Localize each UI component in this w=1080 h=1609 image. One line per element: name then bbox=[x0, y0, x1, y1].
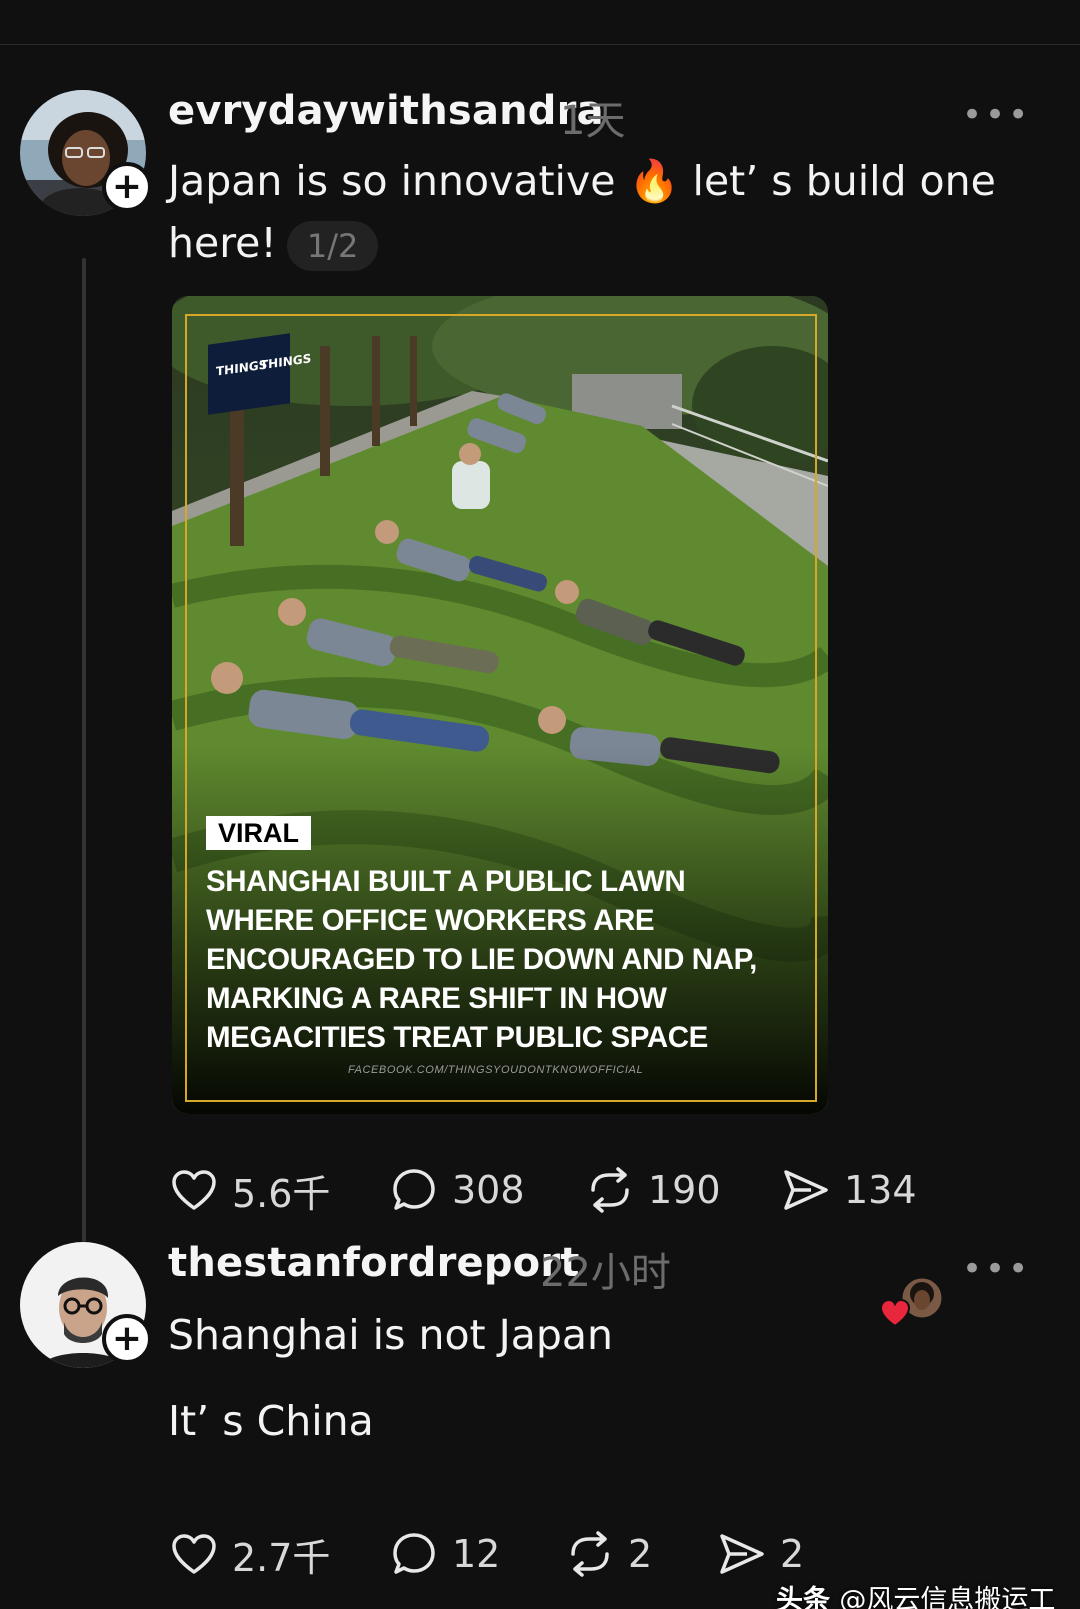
like-count: 2.7千 bbox=[232, 1535, 331, 1580]
comment-icon bbox=[388, 1164, 440, 1216]
heart-icon bbox=[168, 1164, 220, 1216]
headline-line: MARKING A RARE SHIFT IN HOW bbox=[206, 982, 667, 1015]
headline-line: MEGACITIES TREAT PUBLIC SPACE bbox=[206, 1021, 708, 1054]
comment-icon bbox=[388, 1528, 440, 1580]
reply-repost-button[interactable]: 2 bbox=[564, 1524, 652, 1584]
reply-comment-button[interactable]: 12 bbox=[388, 1524, 500, 1584]
watermark-handle: @风云信息搬运工 bbox=[839, 1585, 1056, 1609]
brand-sign-logo: THINGS THINGS bbox=[208, 333, 311, 415]
author-liked-indicator bbox=[879, 1275, 948, 1328]
image-headline: SHANGHAI BUILT A PUBLIC LAWN WHERE OFFIC… bbox=[206, 862, 806, 1057]
share-count: 2 bbox=[780, 1532, 805, 1576]
post-image[interactable]: THINGS THINGS VIRAL SHANGHAI BUILT A PUB… bbox=[172, 296, 828, 1114]
follow-plus-icon[interactable]: + bbox=[102, 1314, 152, 1364]
post-share-button[interactable]: 134 bbox=[780, 1160, 917, 1220]
share-icon bbox=[716, 1528, 768, 1580]
headline-line: WHERE OFFICE WORKERS ARE bbox=[206, 904, 655, 937]
repost-icon bbox=[564, 1528, 616, 1580]
reply-more-icon[interactable]: ••• bbox=[962, 1252, 1031, 1286]
comment-count: 308 bbox=[452, 1168, 525, 1212]
post-avatar[interactable]: + bbox=[20, 90, 152, 216]
post-text-line-2: here! 1/2 bbox=[168, 212, 379, 274]
comment-count: 12 bbox=[452, 1532, 501, 1576]
post-like-button[interactable]: 5.6千 bbox=[168, 1160, 330, 1220]
like-count: 5.6千 bbox=[232, 1171, 331, 1216]
thread-connector-line bbox=[82, 258, 86, 1242]
image-counter-badge: 1/2 bbox=[286, 221, 379, 271]
share-icon bbox=[780, 1164, 832, 1216]
post-more-icon[interactable]: ••• bbox=[962, 98, 1031, 132]
watermark-brand: 头条 bbox=[776, 1585, 830, 1609]
post-repost-button[interactable]: 190 bbox=[584, 1160, 721, 1220]
heart-icon bbox=[168, 1528, 220, 1580]
headline-line: ENCOURAGED TO LIE DOWN AND NAP, bbox=[206, 943, 757, 976]
repost-icon bbox=[584, 1164, 636, 1216]
post-text-line-2-text: here! bbox=[168, 219, 277, 267]
share-count: 134 bbox=[844, 1168, 917, 1212]
image-source-url: FACEBOOK.COM/THINGSYOUDONTKNOWOFFICIAL bbox=[348, 1064, 644, 1076]
headline-line: SHANGHAI BUILT A PUBLIC LAWN bbox=[206, 865, 686, 898]
reply-username[interactable]: thestanfordreport bbox=[168, 1240, 580, 1286]
reply-text-line-2: It’ s China bbox=[168, 1397, 374, 1445]
reply-like-button[interactable]: 2.7千 bbox=[168, 1524, 330, 1584]
top-divider bbox=[0, 44, 1080, 45]
post-username[interactable]: evrydaywithsandra bbox=[168, 88, 604, 134]
reply-avatar[interactable]: + bbox=[20, 1242, 152, 1368]
reply-text-line-1: Shanghai is not Japan bbox=[168, 1311, 613, 1359]
reply-share-button[interactable]: 2 bbox=[716, 1524, 804, 1584]
reply-timestamp: 22小时 bbox=[540, 1250, 671, 1296]
post-comment-button[interactable]: 308 bbox=[388, 1160, 525, 1220]
post-timestamp: 1天 bbox=[560, 98, 626, 144]
repost-count: 2 bbox=[628, 1532, 653, 1576]
follow-plus-icon[interactable]: + bbox=[102, 162, 152, 212]
viral-tag: VIRAL bbox=[206, 816, 311, 850]
post-text-line-1: Japan is so innovative 🔥 let’ s build on… bbox=[168, 157, 996, 205]
red-heart-icon bbox=[879, 1298, 911, 1328]
repost-count: 190 bbox=[648, 1168, 721, 1212]
toutiao-watermark: 头条 @风云信息搬运工 bbox=[776, 1578, 1055, 1609]
